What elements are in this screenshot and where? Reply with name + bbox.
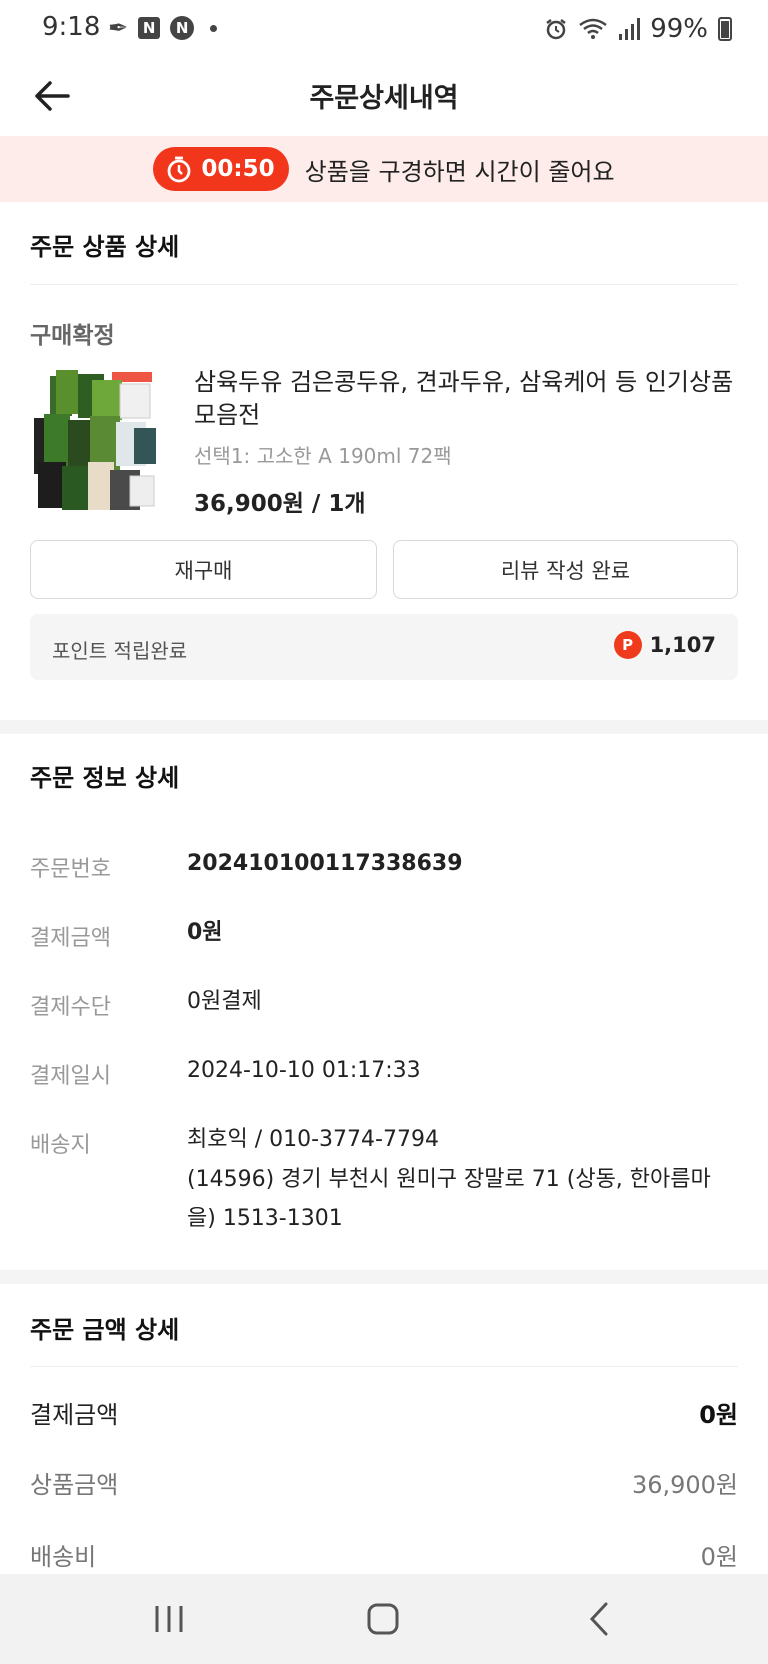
home-button[interactable]	[353, 1596, 413, 1642]
battery-percent: 99%	[650, 14, 708, 44]
point-icon: P	[613, 631, 642, 659]
points-box: 포인트 적립완료 P 1,107	[30, 614, 738, 680]
signal-icon	[619, 18, 641, 40]
naver-icon: N	[138, 17, 161, 39]
back-nav-button[interactable]	[569, 1596, 629, 1642]
notification-icons: ✒ N N	[108, 14, 218, 42]
order-number-label: 주문번호	[30, 857, 111, 882]
timer-pill: 00:50	[153, 147, 289, 191]
review-complete-button[interactable]: 리뷰 작성 완료	[393, 540, 738, 599]
address-line-2: 을) 1513-1301	[187, 1206, 343, 1231]
divider	[30, 1366, 738, 1367]
divider	[30, 284, 738, 285]
wifi-icon	[579, 18, 607, 39]
chevron-left-icon	[589, 1602, 608, 1636]
product-option: 선택1: 고소한 A 190ml 72팩	[194, 444, 452, 468]
timer-banner[interactable]: 00:50 상품을 구경하면 시간이 줄어요	[0, 136, 768, 202]
payment-method-label: 결제수단	[30, 995, 111, 1020]
home-icon	[367, 1603, 399, 1635]
system-navigation-bar	[0, 1574, 768, 1664]
order-number-value: 202410100117338639	[187, 851, 463, 876]
system-icons: 99%	[544, 14, 732, 44]
status-bar: 9:18 ✒ N N 99%	[0, 0, 768, 56]
points-amount: P 1,107	[613, 631, 716, 659]
order-info-section-title: 주문 정보 상세	[30, 764, 180, 792]
order-status: 구매확정	[30, 323, 115, 349]
alarm-icon	[546, 19, 566, 40]
more-notifications-dot-icon	[210, 24, 218, 32]
product-price-quantity: 36,900원 / 1개	[194, 491, 366, 517]
recent-apps-icon	[155, 1606, 183, 1632]
payment-method-value: 0원결제	[187, 989, 262, 1014]
payment-amount-label: 결제금액	[30, 926, 111, 951]
order-amount-section-title: 주문 금액 상세	[30, 1316, 180, 1344]
points-label: 포인트 적립완료	[52, 639, 188, 663]
order-product-section-title: 주문 상품 상세	[30, 233, 180, 261]
battery-icon	[718, 17, 732, 41]
points-value: 1,107	[649, 633, 716, 657]
product-amount-label: 상품금액	[30, 1471, 119, 1499]
product-amount-value: 36,900원	[631, 1471, 738, 1499]
payment-date-label: 결제일시	[30, 1064, 111, 1089]
total-payment-label: 결제금액	[30, 1401, 119, 1429]
payment-date-value: 2024-10-10 01:17:33	[187, 1058, 421, 1083]
shipping-address-label: 배송지	[30, 1133, 91, 1158]
timer-countdown: 00:50	[201, 156, 275, 182]
rebuy-button[interactable]: 재구매	[30, 540, 377, 599]
page-title: 주문상세내역	[309, 83, 459, 114]
shipping-fee-value: 0원	[700, 1543, 738, 1571]
section-divider	[0, 1270, 768, 1284]
total-payment-value: 0원	[699, 1401, 738, 1429]
feather-icon: ✒	[108, 14, 129, 42]
section-divider	[0, 720, 768, 734]
shipping-fee-label: 배송비	[30, 1543, 97, 1571]
app-header: 주문상세내역	[0, 56, 768, 134]
recipient-contact: 최호익 / 010-3774-7794	[187, 1127, 439, 1152]
stopwatch-icon	[168, 156, 191, 183]
address-line-1: (14596) 경기 부천시 원미구 장말로 71 (상동, 한아름마	[187, 1167, 711, 1192]
status-time: 9:18	[42, 12, 101, 42]
recent-apps-button[interactable]	[139, 1596, 199, 1642]
timer-message: 상품을 구경하면 시간이 줄어요	[304, 157, 615, 186]
payment-amount-value: 0원	[187, 920, 223, 945]
product-image[interactable]	[30, 366, 158, 514]
product-name[interactable]: 삼육두유 검은콩두유, 견과두유, 삼육케어 등 인기상품 모음전	[194, 366, 744, 432]
naver-talk-icon: N	[170, 16, 195, 40]
